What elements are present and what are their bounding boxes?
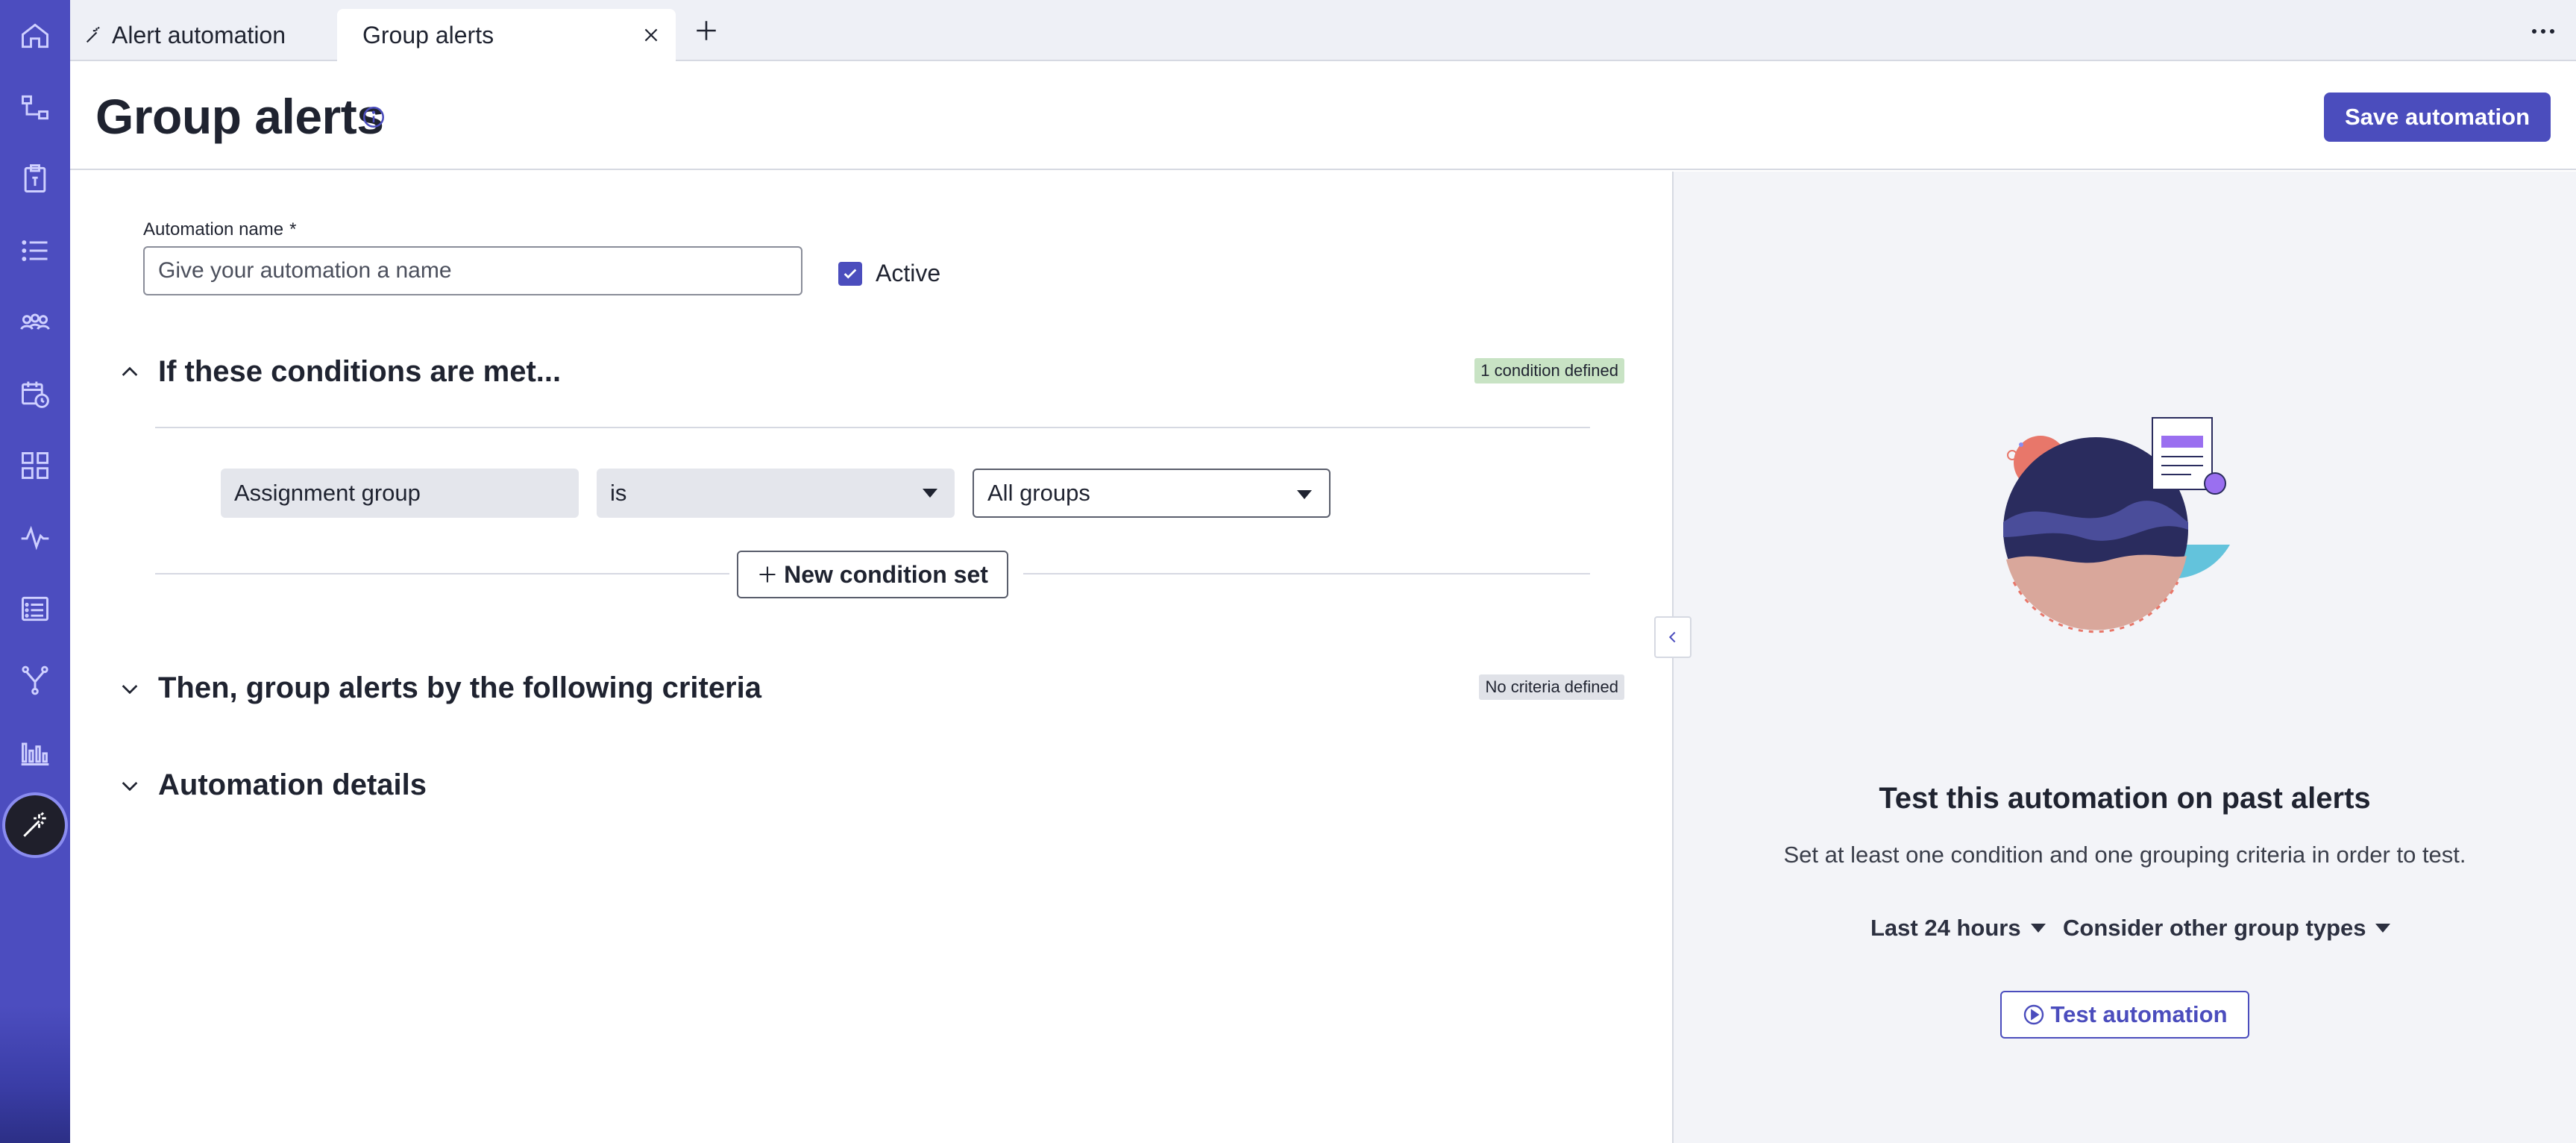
- clipboard-icon[interactable]: [14, 158, 56, 200]
- divider-left: [155, 573, 729, 574]
- condition-field-value: Assignment group: [234, 480, 421, 506]
- condition-value-select[interactable]: All groups: [973, 469, 1331, 518]
- tab-label: Alert automation: [112, 21, 286, 48]
- details-title: Automation details: [158, 768, 427, 801]
- conditions-title: If these conditions are met...: [158, 355, 562, 388]
- group-types-value: Consider other group types: [2063, 915, 2366, 941]
- chevron-left-icon: [1668, 631, 1676, 643]
- tab-alert-automation[interactable]: Alert automation: [84, 9, 286, 61]
- divider: [155, 427, 1590, 428]
- time-range-dropdown[interactable]: Last 24 hours: [1870, 915, 2046, 942]
- integrations-icon[interactable]: [14, 660, 56, 701]
- test-illustration: [2003, 417, 2230, 633]
- test-panel-description: Set at least one condition and one group…: [1783, 842, 2466, 868]
- button-label: Test automation: [2050, 1001, 2228, 1027]
- time-range-value: Last 24 hours: [1870, 915, 2021, 941]
- more-options-icon[interactable]: [2528, 22, 2558, 40]
- group-types-dropdown[interactable]: Consider other group types: [2063, 915, 2391, 942]
- condition-operator-value: is: [610, 480, 627, 506]
- save-automation-button[interactable]: Save automation: [2324, 93, 2551, 142]
- add-tab-icon[interactable]: [694, 18, 719, 43]
- collapse-panel-button[interactable]: [1654, 616, 1691, 658]
- pulse-icon[interactable]: [14, 516, 56, 558]
- active-label: Active: [876, 260, 941, 286]
- tab-label: Group alerts: [362, 21, 494, 48]
- close-icon[interactable]: [641, 25, 661, 45]
- automation-name-label: Automation name *: [143, 219, 296, 240]
- grouping-section-header[interactable]: Then, group alerts by the following crit…: [118, 671, 761, 705]
- logs-icon[interactable]: [14, 588, 56, 630]
- conditions-badge: 1 condition defined: [1474, 358, 1624, 383]
- automation-name-input[interactable]: [143, 246, 802, 295]
- test-automation-button[interactable]: Test automation: [2000, 991, 2249, 1039]
- home-icon[interactable]: [14, 15, 56, 57]
- chevron-down-icon[interactable]: [118, 774, 142, 798]
- caret-down-icon: [923, 489, 937, 498]
- check-icon: [844, 269, 857, 279]
- page-title: Group alerts: [95, 89, 384, 144]
- details-section-header[interactable]: Automation details: [118, 768, 427, 802]
- workflow-icon[interactable]: [14, 87, 56, 128]
- button-label: New condition set: [784, 560, 988, 588]
- page-header: Group alerts Save automation: [70, 63, 2576, 170]
- play-circle-icon: [2024, 1004, 2044, 1025]
- condition-field-select[interactable]: Assignment group: [221, 469, 579, 518]
- teams-icon[interactable]: [14, 301, 56, 343]
- grouping-title: Then, group alerts by the following crit…: [158, 671, 761, 704]
- condition-operator-select[interactable]: is: [597, 469, 955, 518]
- automation-wand-icon[interactable]: [5, 795, 65, 855]
- label-text: Automation name: [143, 219, 284, 239]
- conditions-section-header[interactable]: If these conditions are met...: [118, 355, 561, 389]
- schedule-icon[interactable]: [14, 373, 56, 415]
- new-condition-set-button[interactable]: New condition set: [737, 551, 1008, 598]
- caret-down-icon: [1297, 490, 1312, 499]
- tab-bar: Alert automation Group alerts: [70, 0, 2576, 61]
- active-toggle[interactable]: Active: [838, 260, 940, 287]
- test-panel: Test this automation on past alerts Set …: [1672, 172, 2576, 1143]
- left-nav-rail: [0, 0, 70, 1143]
- active-checkbox[interactable]: [838, 261, 862, 286]
- analytics-icon[interactable]: [14, 731, 56, 773]
- dashboard-icon[interactable]: [14, 445, 56, 486]
- chevron-down-icon[interactable]: [118, 677, 142, 701]
- grouping-badge: No criteria defined: [1479, 674, 1624, 700]
- caret-down-icon: [2375, 924, 2391, 933]
- info-icon[interactable]: [361, 104, 386, 130]
- chevron-up-icon[interactable]: [118, 360, 142, 384]
- required-mark: *: [289, 219, 297, 239]
- list-icon[interactable]: [14, 230, 56, 272]
- condition-value: All groups: [987, 480, 1090, 506]
- plus-icon: [759, 566, 776, 583]
- divider-right: [1023, 573, 1590, 574]
- automation-form: Automation name* Active If these conditi…: [70, 172, 1672, 1143]
- test-panel-title: Test this automation on past alerts: [1879, 782, 2371, 815]
- wand-icon: [86, 26, 100, 43]
- tab-group-alerts[interactable]: Group alerts: [337, 9, 676, 61]
- caret-down-icon: [2030, 924, 2046, 933]
